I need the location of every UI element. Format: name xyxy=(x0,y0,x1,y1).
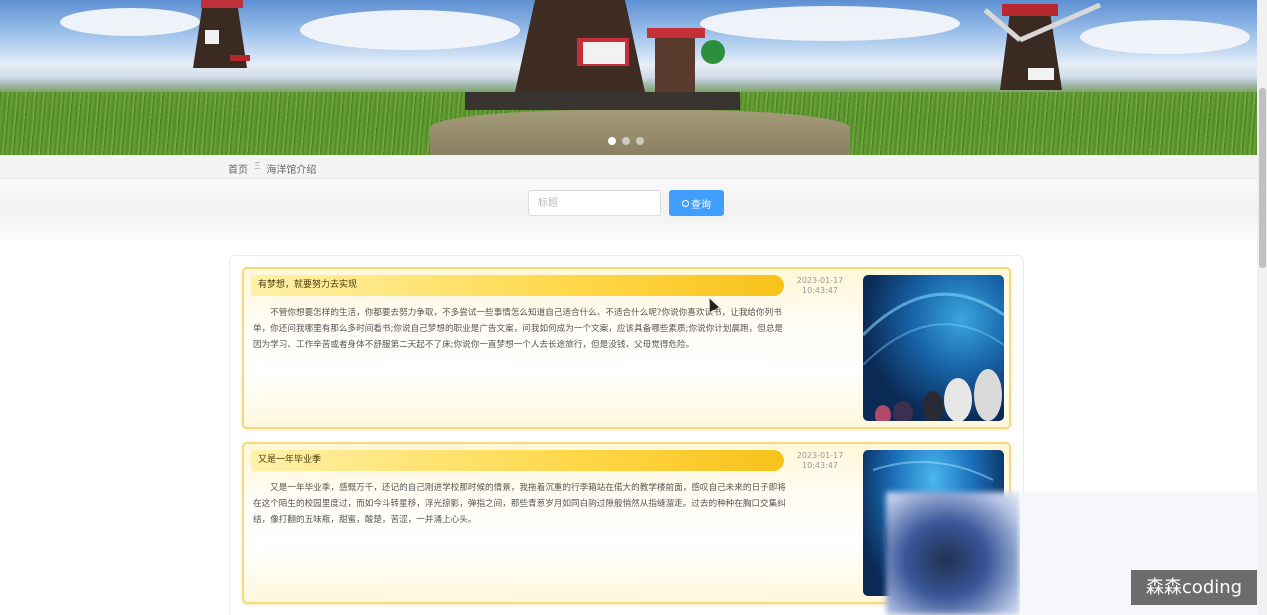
windmill-right-illustration xyxy=(983,2,1102,90)
windmill-left-illustration xyxy=(193,0,250,68)
banner-carousel[interactable] xyxy=(0,0,1257,155)
article-date: 2023-01-17 xyxy=(796,276,844,285)
article-image[interactable] xyxy=(863,275,1004,421)
breadcrumb-separator: Ξ xyxy=(254,161,261,172)
watermark-label: 森森coding xyxy=(1131,570,1257,605)
breadcrumb-home[interactable]: 首页 xyxy=(228,161,248,176)
article-timestamp: 2023-01-17 10:43:47 xyxy=(789,451,851,471)
breadcrumb-bar: 首页 Ξ 海洋馆介绍 xyxy=(0,155,1257,179)
article-title[interactable]: 有梦想，就要努力去实现 xyxy=(251,275,784,296)
windmill-center-illustration xyxy=(465,0,740,110)
article-time: 10:43:47 xyxy=(802,286,838,295)
article-summary: 又是一年毕业季，感慨万千，还记的自己刚进学校那时候的情景，我拖着沉重的行李箱站在… xyxy=(253,483,786,525)
search-icon xyxy=(682,199,689,207)
carousel-dot[interactable] xyxy=(608,137,616,145)
article-time: 10:43:47 xyxy=(802,461,838,470)
article-date: 2023-01-17 xyxy=(796,451,844,460)
article-title[interactable]: 又是一年毕业季 xyxy=(251,450,784,471)
blurred-overlay xyxy=(886,492,1020,615)
title-search-input[interactable] xyxy=(528,190,661,216)
search-button[interactable]: 查询 xyxy=(669,190,724,216)
breadcrumb-current: 海洋馆介绍 xyxy=(266,165,317,176)
carousel-dot[interactable] xyxy=(622,137,630,145)
carousel-indicators xyxy=(608,137,644,145)
article-card[interactable]: 有梦想，就要努力去实现 2023-01-17 10:43:47 不管你想要怎样的… xyxy=(242,267,1011,429)
scrollbar-thumb[interactable] xyxy=(1259,88,1266,268)
aquarium-tunnel-illustration xyxy=(863,292,1004,421)
carousel-dot[interactable] xyxy=(636,137,644,145)
search-bar: 查询 xyxy=(0,179,1257,241)
search-button-label: 查询 xyxy=(691,199,711,211)
article-timestamp: 2023-01-17 10:43:47 xyxy=(789,276,851,296)
article-summary: 不管你想要怎样的生活，你都要去努力争取，不多尝试一些事情怎么知道自己适合什么、不… xyxy=(253,308,784,350)
banner-water xyxy=(430,110,850,155)
breadcrumb: 首页 Ξ 海洋馆介绍 xyxy=(228,161,316,176)
